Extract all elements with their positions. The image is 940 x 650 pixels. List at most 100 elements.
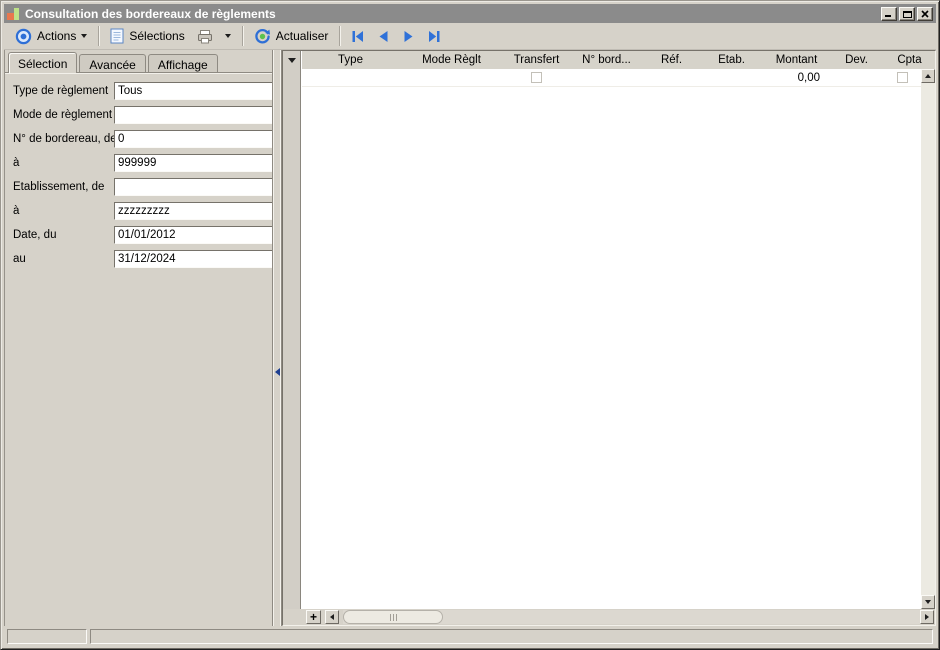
column-header-dev[interactable]: Dev. [829,54,884,66]
toolbar-separator [98,26,99,46]
etablissement-to-input[interactable] [115,204,275,218]
horizontal-scrollbar-track[interactable] [343,610,920,624]
etablissement-from-input[interactable] [115,180,275,194]
cell-montant: 0,00 [764,69,829,86]
type-reglement-label: Type de règlement [13,85,114,97]
panel-tabs: Sélection Avancée Affichage [8,52,220,72]
column-header-transfert[interactable]: Transfert [504,54,569,66]
next-record-button[interactable] [396,24,421,48]
previous-record-icon [377,30,390,43]
chevron-down-icon [225,34,231,38]
column-header-ref[interactable]: Réf. [644,54,699,66]
column-header-n-bord[interactable]: N° bord... [569,54,644,66]
grip-icon [393,614,394,621]
first-record-button[interactable] [345,24,371,48]
minimize-icon [885,10,893,17]
scroll-down-button[interactable] [921,595,935,609]
cell-etab [699,69,764,86]
tab-selection[interactable]: Sélection [8,52,77,73]
next-record-icon [402,30,415,43]
refresh-button[interactable]: Actualiser [248,24,335,48]
app-window: Consultation des bordereaux de règlement… [0,0,940,650]
scroll-left-button[interactable] [325,610,339,624]
date-from-label: Date, du [13,229,114,241]
form-row-date-to: au [13,250,267,268]
vertical-scrollbar[interactable] [921,69,935,609]
grid-menu-icon [288,58,296,63]
horizontal-scrollbar-thumb[interactable] [343,610,443,624]
mode-reglement-label: Mode de règlement [13,109,114,121]
form-row-bordereau-from: N° de bordereau, de [13,130,267,148]
transfert-checkbox[interactable] [531,72,542,83]
document-icon [110,28,124,44]
target-icon [15,28,32,45]
cell-dev [829,69,884,86]
last-record-button[interactable] [421,24,447,48]
maximize-button[interactable] [899,7,915,21]
add-row-button[interactable]: + [306,610,321,624]
print-options-button[interactable] [219,24,237,48]
cell-type [302,69,399,86]
results-grid: Type Mode Règlt Transfert N° bord... Réf… [282,50,936,626]
chevron-down-icon [81,34,87,38]
grid-menu-button[interactable] [283,51,300,69]
date-from-input[interactable] [115,228,275,242]
minimize-button[interactable] [881,7,897,21]
column-header-mode-reglt[interactable]: Mode Règlt [399,54,504,66]
close-button[interactable] [917,7,933,21]
actions-button[interactable]: Actions [9,24,93,48]
bordereau-to-input[interactable] [115,156,275,170]
toolbar: Actions Sélections [4,23,936,50]
form-row-bordereau-to: à [13,154,267,172]
form-row-etablissement-to: à [13,202,267,220]
toolbar-separator [242,26,243,46]
window-title: Consultation des bordereaux de règlement… [25,7,276,21]
print-button[interactable] [191,24,219,48]
scroll-right-button[interactable] [920,610,934,624]
status-bar [4,627,936,646]
main-area: Sélection Avancée Affichage Type de règl… [4,50,936,626]
selections-label: Sélections [129,29,184,43]
selection-tab-body: Type de règlement Mode de règlement ... [5,72,272,626]
form-row-etablissement-from: Etablissement, de [13,178,267,196]
cell-mode-reglt [399,69,504,86]
type-reglement-select[interactable] [115,84,275,98]
row-selector-column [283,51,301,609]
etablissement-from-label: Etablissement, de [13,181,114,193]
table-row[interactable]: 0,00 [302,69,921,87]
status-pane-left [7,629,87,644]
collapse-panel-icon[interactable] [275,368,280,376]
cell-transfert [504,69,569,86]
tab-affichage[interactable]: Affichage [148,54,218,72]
selection-panel: Sélection Avancée Affichage Type de règl… [4,50,272,626]
column-header-montant[interactable]: Montant [764,54,829,66]
date-to-input[interactable] [115,252,275,266]
arrow-right-icon [925,614,929,620]
etablissement-to-label: à [13,205,114,217]
column-header-etab[interactable]: Etab. [699,54,764,66]
actions-label: Actions [37,29,76,43]
bordereau-to-label: à [13,157,114,169]
scroll-up-button[interactable] [921,69,935,83]
previous-record-button[interactable] [371,24,396,48]
cell-ref [644,69,699,86]
cell-cpta [884,69,921,86]
tab-avancee[interactable]: Avancée [79,54,145,72]
status-pane-main [90,629,933,644]
maximize-icon [903,10,912,18]
cpta-checkbox[interactable] [897,72,908,83]
form-row-mode-reglement: Mode de règlement ... [13,106,267,124]
titlebar[interactable]: Consultation des bordereaux de règlement… [4,4,936,23]
form-row-date-from: Date, du [13,226,267,244]
bordereau-from-input[interactable] [115,132,275,146]
column-header-cpta[interactable]: Cpta [884,54,935,66]
selections-button[interactable]: Sélections [104,24,190,48]
grid-body: 0,00 [302,69,921,609]
horizontal-scrollbar-row: + [283,609,935,625]
first-record-icon [351,30,365,43]
mode-reglement-input[interactable] [115,108,275,122]
column-header-type[interactable]: Type [302,54,399,66]
panel-splitter[interactable] [272,50,282,626]
cell-n-bord [569,69,644,86]
arrow-down-icon [925,600,931,604]
